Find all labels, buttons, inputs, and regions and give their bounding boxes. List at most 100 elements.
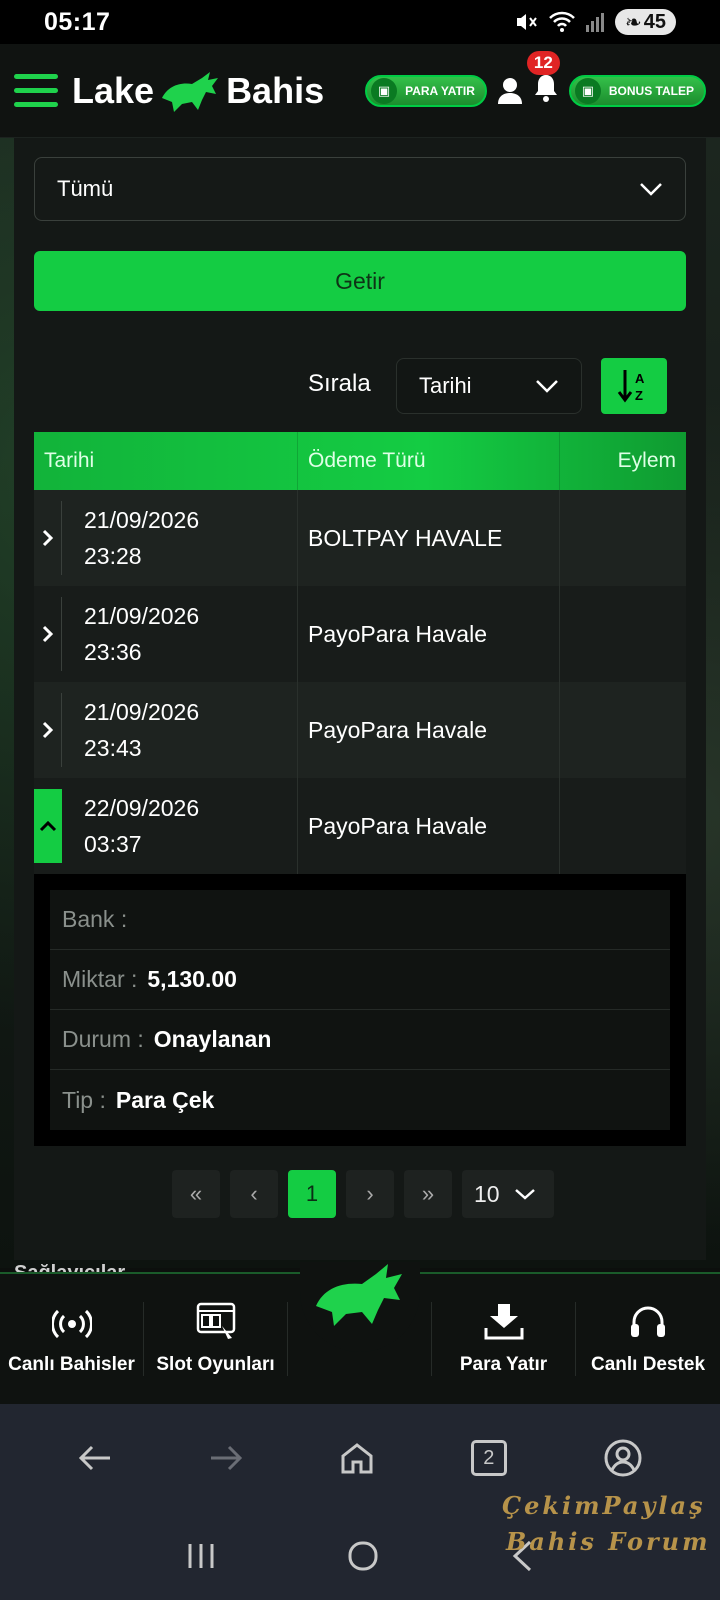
download-tray-icon [484,1304,523,1340]
detail-status-value: Onaylanan [153,1026,272,1052]
deposit-label: PARA YATIR [405,83,475,98]
row-time: 23:36 [84,639,142,665]
column-header-payment-type[interactable]: Ödeme Türü [298,432,560,490]
column-header-date[interactable]: Tarihi [34,432,298,490]
nav-live-support[interactable]: Canlı Destek [576,1302,720,1376]
home-circle-icon[interactable] [347,1540,379,1572]
home-icon[interactable] [340,1442,374,1474]
detail-type-value: Para Çek [115,1086,215,1113]
wifi-icon [549,11,575,32]
expand-row-button[interactable] [34,501,62,575]
status-time: 05:17 [44,7,111,36]
svg-text:Z: Z [635,388,643,403]
row-payment-type: PayoPara Havale [298,682,560,778]
row-payment-type: BOLTPAY HAVALE [298,490,560,586]
table-row-expanded[interactable]: 22/09/2026 03:37 PayoPara Havale [34,778,686,874]
row-datetime: 21/09/2026 23:36 [84,598,199,670]
prev-page-button[interactable]: ‹ [230,1170,278,1218]
mute-icon [516,14,537,30]
chevron-right-icon [42,721,53,739]
nav-slot-games-label: Slot Oyunları [156,1354,275,1375]
chevron-down-icon [640,183,662,196]
row-date: 21/09/2026 [84,699,200,725]
recent-apps-icon[interactable] [186,1542,216,1570]
back-arrow-icon[interactable] [78,1443,112,1473]
transaction-type-select[interactable]: Tümü [34,157,686,221]
next-page-button[interactable]: › [346,1170,394,1218]
collapse-row-button[interactable] [34,789,62,863]
site-header: Lake Bahis ▣ PARA YATIR 12 ▣ BONUS TALEP [0,44,720,138]
signal-icon [585,13,604,32]
page-button-current[interactable]: 1 [288,1170,336,1218]
bull-logo-icon[interactable] [310,1262,410,1328]
logo-text-right: Bahis [226,69,325,111]
battery-indicator: ❧ 45 [614,9,676,35]
notification-count-badge: 12 [526,51,560,75]
detail-type: Tip : Para Çek [50,1070,670,1130]
nav-deposit[interactable]: Para Yatır [432,1302,576,1376]
last-page-button[interactable]: » [404,1170,452,1218]
logo-text-left: Lake [72,69,155,111]
row-datetime: 21/09/2026 23:28 [84,502,199,574]
notifications-button[interactable]: 12 [526,51,560,108]
detail-amount: Miktar : 5,130.00 [50,950,670,1010]
transactions-table: Tarihi Ödeme Türü Eylem 21/09/2026 23:28… [34,432,686,1146]
row-time: 23:28 [84,543,142,569]
detail-status-label: Durum : [62,1026,144,1052]
chevron-down-icon [536,380,558,393]
chevron-up-icon [39,820,57,832]
row-date: 21/09/2026 [84,603,200,629]
bell-icon [534,75,557,102]
sort-az-icon: A Z [617,370,645,403]
nav-live-support-label: Canlı Destek [590,1354,706,1375]
expand-row-button[interactable] [34,597,62,671]
slot-machine-icon [196,1302,235,1339]
detail-amount-label: Miktar : [62,966,138,992]
forward-arrow-icon[interactable] [209,1443,243,1473]
account-icon[interactable] [604,1439,642,1477]
forum-watermark: ÇekimPaylaş Bahis Forum [502,1488,711,1560]
row-payment-type: PayoPara Havale [298,778,560,874]
chevron-down-icon [514,1189,535,1200]
chevron-right-icon [42,625,53,643]
nav-slot-games[interactable]: Slot Oyunları [144,1302,288,1376]
row-date: 21/09/2026 [84,507,200,533]
bonus-request-button[interactable]: ▣ BONUS TALEP [568,74,706,107]
battery-level: 45 [643,10,666,33]
table-header: Tarihi Ödeme Türü Eylem [34,432,686,490]
detail-bank-label: Bank : [62,906,128,932]
watermark-line-1: ÇekimPaylaş [502,1491,706,1520]
chevron-right-icon [42,529,53,547]
table-row[interactable]: 21/09/2026 23:36 PayoPara Havale [34,586,686,682]
row-date: 22/09/2026 [84,795,200,821]
tabs-button[interactable]: 2 [470,1440,507,1476]
sort-field-select[interactable]: Tarihi [396,358,582,414]
pagination: « ‹ 1 › » 10 [172,1170,554,1218]
fetch-button[interactable]: Getir [34,251,686,311]
column-header-action: Eylem [617,449,676,472]
detail-status: Durum : Onaylanan [50,1010,670,1070]
sort-field-value: Tarihi [419,373,472,398]
deposit-button[interactable]: ▣ PARA YATIR [365,74,487,107]
page-size-select[interactable]: 10 [462,1170,554,1218]
detail-bank: Bank : [50,890,670,950]
row-datetime: 21/09/2026 23:43 [84,694,199,766]
wallet-icon: ▣ [371,77,398,104]
transaction-type-value: Tümü [57,176,114,201]
nav-live-bets[interactable]: Canlı Bahisler [0,1302,144,1376]
user-icon[interactable] [497,77,523,105]
bonus-label: BONUS TALEP [608,83,694,98]
first-page-button[interactable]: « [172,1170,220,1218]
menu-icon[interactable] [14,74,58,107]
sort-label: Sırala [308,370,371,397]
table-row[interactable]: 21/09/2026 23:28 BOLTPAY HAVALE [34,490,686,586]
sort-direction-button[interactable]: A Z [601,358,667,414]
leaf-icon: ❧ [624,11,642,34]
nav-live-bets-label: Canlı Bahisler [8,1354,135,1375]
table-row[interactable]: 21/09/2026 23:43 PayoPara Havale [34,682,686,778]
expand-row-button[interactable] [34,693,62,767]
page-size-value: 10 [474,1180,500,1207]
detail-type-label: Tip : [62,1086,106,1113]
row-datetime: 22/09/2026 03:37 [84,790,199,862]
site-logo[interactable]: Lake Bahis [72,68,324,114]
